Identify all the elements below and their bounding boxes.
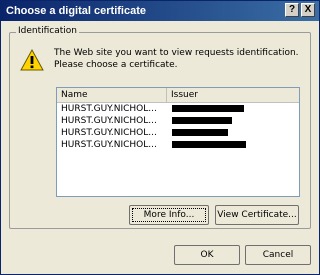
cancel-button[interactable]: Cancel (245, 245, 311, 265)
redaction-bar (172, 129, 228, 136)
column-header-name[interactable]: Name (57, 88, 167, 102)
cert-name: HURST.GUY.NICHOL... (61, 116, 157, 126)
redaction-bar (172, 141, 246, 148)
warning-icon (20, 49, 44, 71)
table-header: Name Issuer (57, 88, 299, 103)
cert-name: HURST.GUY.NICHOL... (61, 140, 157, 150)
certificate-dialog: Choose a digital certificate ? X Identif… (0, 0, 320, 275)
cert-issuer (167, 139, 299, 151)
redaction-bar (172, 105, 244, 112)
window-title: Choose a digital certificate (6, 5, 146, 17)
close-button[interactable]: X (301, 3, 315, 17)
group-label: Identification (16, 26, 80, 36)
ok-button[interactable]: OK (174, 245, 240, 265)
cert-issuer (167, 115, 299, 127)
cert-name: HURST.GUY.NICHOL... (61, 128, 157, 138)
certificate-list[interactable]: Name Issuer HURST.GUY.NICHOL... HURST.GU… (56, 87, 300, 197)
cert-issuer (167, 103, 299, 115)
table-row[interactable]: HURST.GUY.NICHOL... (57, 139, 299, 151)
identification-message: The Web site you want to view requests i… (54, 48, 299, 70)
redaction-bar (172, 117, 232, 124)
identification-group: Identification The Web site you want to … (9, 26, 311, 229)
cert-issuer (167, 127, 299, 139)
title-bar[interactable]: Choose a digital certificate ? X (1, 1, 319, 21)
table-row[interactable]: HURST.GUY.NICHOL... (57, 115, 299, 127)
cert-name: HURST.GUY.NICHOL... (61, 104, 157, 114)
table-row[interactable]: HURST.GUY.NICHOL... (57, 127, 299, 139)
view-certificate-button[interactable]: View Certificate... (215, 205, 299, 225)
help-button[interactable]: ? (285, 3, 299, 17)
table-row[interactable]: HURST.GUY.NICHOL... (57, 103, 299, 115)
column-header-issuer[interactable]: Issuer (167, 88, 299, 102)
more-info-button[interactable]: More Info... (129, 205, 209, 225)
